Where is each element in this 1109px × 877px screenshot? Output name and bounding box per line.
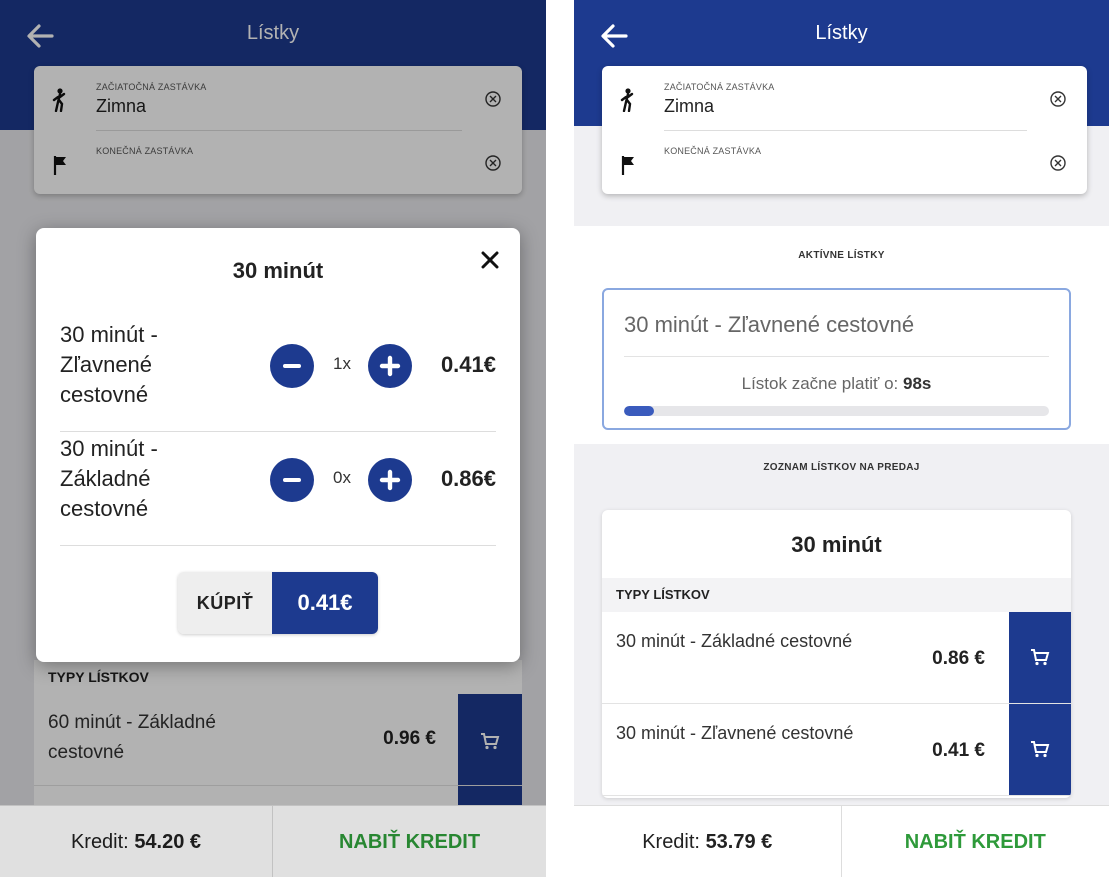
- minus-icon: [283, 364, 301, 368]
- left-screen: Lístky ZAČIATOČNÁ ZASTÁVKA Zimna KONEČNÁ…: [0, 0, 546, 877]
- decrease-button[interactable]: [270, 344, 314, 388]
- ticket-name: 30 minút - Základné cestovné: [60, 436, 158, 521]
- countdown-value: 98s: [903, 374, 932, 393]
- cart-icon: [1031, 741, 1050, 758]
- active-tickets-heading: AKTÍVNE LÍSTKY: [798, 250, 885, 261]
- start-stop-label: ZAČIATOČNÁ ZASTÁVKA: [664, 82, 775, 92]
- active-ticket-name: 30 minút - Zľavnené cestovné: [624, 312, 915, 337]
- ticket-group-title: 30 minút: [791, 532, 882, 557]
- add-to-cart-button[interactable]: [1009, 704, 1071, 795]
- plus-icon: [379, 469, 401, 491]
- quantity-row: 30 minút - Zľavnené cestovné 1x 0.41€: [60, 320, 496, 432]
- credit-display: Kredit: 53.79 €: [574, 806, 842, 877]
- progress-fill: [624, 406, 654, 416]
- start-stop-value: Zimna: [664, 96, 715, 116]
- clear-icon[interactable]: [1049, 90, 1067, 108]
- start-stop-field[interactable]: ZAČIATOČNÁ ZASTÁVKA Zimna: [602, 66, 1087, 130]
- increase-button[interactable]: [368, 458, 412, 502]
- buy-button[interactable]: KÚPIŤ 0.41€: [178, 572, 378, 634]
- minus-icon: [283, 478, 301, 482]
- buy-total: 0.41€: [272, 572, 378, 634]
- ticket-types-header: TYPY LÍSTKOV: [602, 578, 1071, 612]
- buy-label: KÚPIŤ: [178, 572, 272, 634]
- clear-icon[interactable]: [1049, 154, 1067, 172]
- ticket-name: 30 minút - Základné cestovné: [616, 631, 853, 651]
- countdown-label: Lístok začne platiť o:: [741, 374, 899, 393]
- credit-value: 53.79 €: [705, 831, 773, 853]
- divider: [624, 356, 1049, 357]
- active-ticket-card[interactable]: 30 minút - Zľavnené cestovné Lístok začn…: [602, 288, 1071, 430]
- page-title: Lístky: [815, 22, 868, 44]
- top-up-credit-button[interactable]: NABIŤ KREDIT: [842, 806, 1109, 877]
- decrease-button[interactable]: [270, 458, 314, 502]
- plus-icon: [379, 355, 401, 377]
- validity-progress-bar: [624, 406, 1049, 416]
- ticket-row: 30 minút - Zľavnené cestovné 0.41 €: [602, 704, 1071, 796]
- ticket-price: 0.41€: [440, 352, 496, 377]
- quantity-dialog: 30 minút 30 minút - Zľavnené cestovné 1x…: [36, 228, 520, 662]
- dialog-title: 30 minút: [232, 258, 324, 283]
- close-icon[interactable]: [478, 248, 502, 272]
- stop-selector: ZAČIATOČNÁ ZASTÁVKA Zimna KONEČNÁ ZASTÁV…: [602, 66, 1087, 194]
- ticket-price: 0.41 €: [932, 740, 985, 761]
- ticket-name: 30 minút - Zľavnené cestovné: [60, 322, 158, 407]
- bottom-bar-dim: [0, 805, 546, 877]
- bottom-bar: Kredit: 53.79 € NABIŤ KREDIT: [574, 805, 1109, 877]
- ticket-price: 0.86 €: [932, 648, 985, 669]
- cart-icon: [1031, 649, 1050, 666]
- ticket-row: 30 minút - Základné cestovné 0.86 €: [602, 612, 1071, 704]
- walking-person-icon: [620, 88, 634, 112]
- quantity-value: 1x: [333, 354, 351, 373]
- validity-countdown: Lístok začne platiť o: 98s: [604, 374, 1069, 394]
- sale-list-heading: ZOZNAM LÍSTKOV NA PREDAJ: [763, 462, 920, 473]
- add-to-cart-button[interactable]: [1009, 612, 1071, 703]
- right-screen: Lístky ZAČIATOČNÁ ZASTÁVKA Zimna KONEČNÁ…: [574, 0, 1109, 877]
- quantity-row: 30 minút - Základné cestovné 0x 0.86€: [60, 434, 496, 546]
- ticket-price: 0.86€: [440, 466, 496, 491]
- flag-icon: [621, 156, 634, 175]
- end-stop-field[interactable]: KONEČNÁ ZASTÁVKA: [602, 130, 1087, 194]
- ticket-name: 30 minút - Zľavnené cestovné: [616, 723, 854, 743]
- end-stop-label: KONEČNÁ ZASTÁVKA: [664, 146, 762, 156]
- quantity-value: 0x: [333, 468, 351, 487]
- increase-button[interactable]: [368, 344, 412, 388]
- credit-label: Kredit:: [642, 831, 700, 853]
- ticket-sale-card: 30 minút TYPY LÍSTKOV 30 minút - Základn…: [602, 510, 1071, 798]
